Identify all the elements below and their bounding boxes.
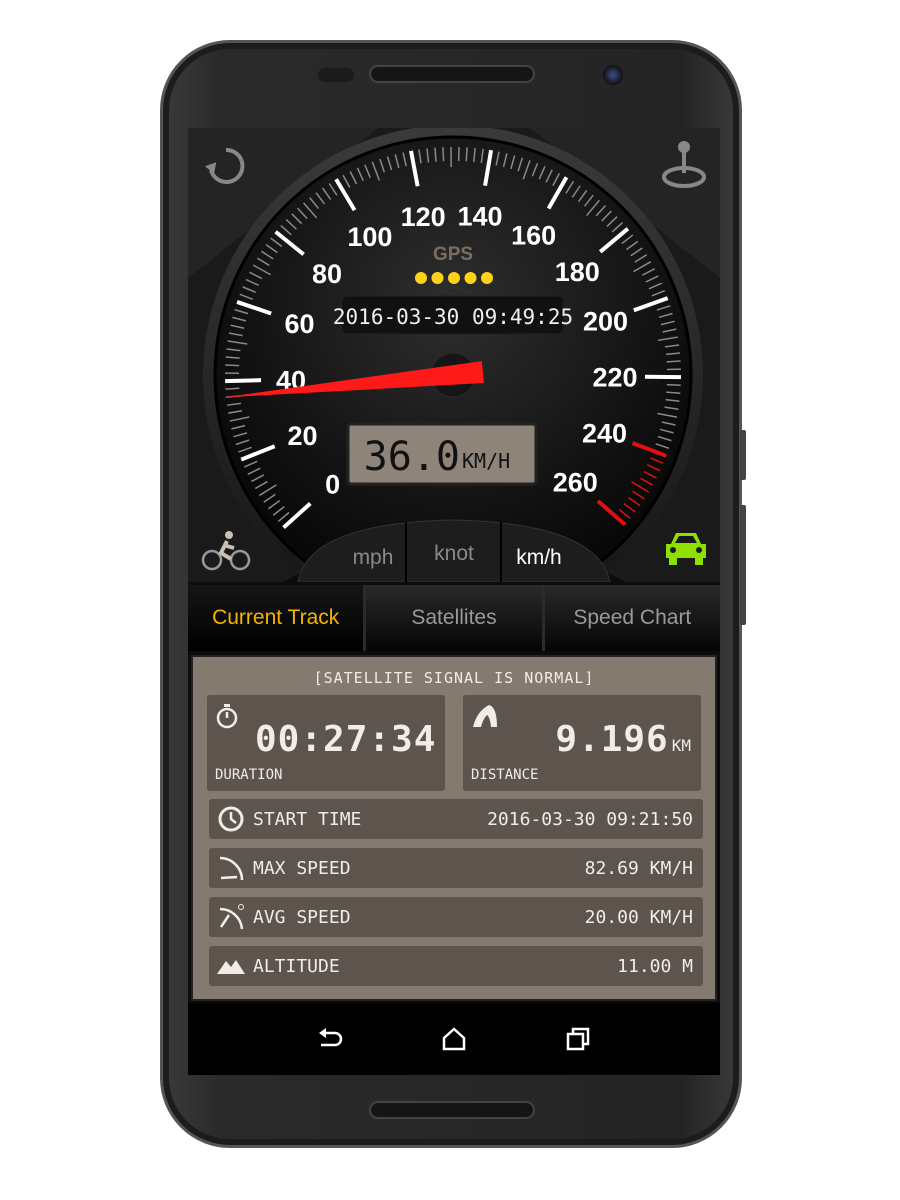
dial-label-60: 60 bbox=[285, 309, 315, 339]
gps-dot bbox=[481, 272, 493, 284]
avg-speed-value: 20.00 KM/H bbox=[584, 906, 693, 928]
start-time-row: START TIME 2016-03-30 09:21:50 bbox=[209, 799, 703, 839]
minor-tick bbox=[442, 147, 445, 162]
road-icon bbox=[473, 705, 497, 727]
mountain-icon bbox=[217, 960, 245, 974]
current-track-panel: [SATELLITE SIGNAL IS NORMAL] 00:27:34 DU… bbox=[191, 655, 717, 1001]
tab-current-track[interactable]: Current Track bbox=[188, 585, 364, 651]
back-icon bbox=[319, 1028, 343, 1047]
gps-dot bbox=[448, 272, 460, 284]
tab-bar: Current Track Satellites Speed Chart bbox=[188, 585, 720, 651]
avg-speed-icon bbox=[219, 904, 244, 930]
stopwatch-icon bbox=[216, 704, 238, 729]
tab-satellites[interactable]: Satellites bbox=[366, 585, 542, 651]
android-nav-bar bbox=[188, 1003, 720, 1075]
volume-button bbox=[740, 430, 746, 480]
major-tick bbox=[225, 378, 262, 384]
minor-tick bbox=[225, 387, 240, 390]
minor-tick bbox=[465, 147, 468, 162]
altitude-row: ALTITUDE 11.00 M bbox=[209, 946, 703, 986]
bicycle-icon bbox=[201, 531, 251, 571]
altitude-label: ALTITUDE bbox=[253, 955, 340, 977]
duration-label: DURATION bbox=[215, 767, 283, 783]
earpiece bbox=[369, 65, 535, 83]
digital-speed-unit: KM/H bbox=[462, 449, 510, 473]
unit-knot-button[interactable]: knot bbox=[434, 542, 474, 565]
altitude-value: 11.00 M bbox=[617, 955, 693, 977]
max-speed-label: MAX SPEED bbox=[253, 857, 351, 879]
dial-label-100: 100 bbox=[347, 222, 392, 252]
dial-label-80: 80 bbox=[312, 259, 342, 289]
max-speed-value: 82.69 KM/H bbox=[584, 857, 693, 879]
current-datetime: 2016-03-30 09:49:25 bbox=[333, 305, 573, 329]
refresh-icon bbox=[204, 147, 245, 184]
unit-kmh-button[interactable]: km/h bbox=[516, 546, 562, 569]
signal-status: [SATELLITE SIGNAL IS NORMAL] bbox=[313, 669, 595, 687]
joystick-button[interactable] bbox=[654, 134, 714, 194]
power-button bbox=[740, 505, 746, 625]
dial-label-200: 200 bbox=[583, 306, 628, 336]
avg-speed-label: AVG SPEED bbox=[253, 906, 351, 928]
dial-label-140: 140 bbox=[458, 201, 503, 231]
distance-label: DISTANCE bbox=[471, 767, 539, 783]
dial-label-220: 220 bbox=[592, 363, 637, 393]
home-icon bbox=[442, 1027, 466, 1051]
back-button[interactable] bbox=[310, 1019, 350, 1059]
unit-mph-button[interactable]: mph bbox=[353, 546, 394, 569]
minor-tick bbox=[666, 360, 681, 363]
minor-tick bbox=[225, 364, 240, 367]
distance-unit: KM bbox=[671, 736, 691, 755]
clock-icon bbox=[218, 806, 244, 832]
distance-card: 9.196 KM DISTANCE bbox=[463, 695, 701, 791]
start-time-value: 2016-03-30 09:21:50 bbox=[487, 808, 693, 830]
max-speed-row: MAX SPEED 82.69 KM/H bbox=[209, 848, 703, 888]
dial-label-120: 120 bbox=[401, 202, 446, 232]
speaker bbox=[369, 1101, 535, 1119]
home-button[interactable] bbox=[434, 1019, 474, 1059]
car-mode-button[interactable] bbox=[656, 518, 716, 578]
minor-tick bbox=[666, 383, 681, 386]
recents-button[interactable] bbox=[558, 1019, 598, 1059]
app-screen: 0 20 40 60 80 100 120 140 160 180 200 220 240 260 GPS… bbox=[188, 128, 720, 1075]
avg-speed-row: AVG SPEED 20.00 KM/H bbox=[209, 897, 703, 937]
reset-button[interactable] bbox=[196, 136, 256, 196]
gps-dot bbox=[415, 272, 427, 284]
gps-dot bbox=[431, 272, 444, 284]
speedometer: 0 20 40 60 80 100 120 140 160 180 200 220 240 260 GPS… bbox=[188, 128, 720, 625]
dial-label-0: 0 bbox=[325, 469, 340, 499]
joystick-icon bbox=[662, 141, 706, 188]
dial-label-260: 260 bbox=[553, 467, 598, 497]
speedometer-dial: 020406080100120 140160180200220240260 GPS… bbox=[188, 128, 720, 625]
distance-value: 9.196 bbox=[555, 719, 669, 760]
recents-icon bbox=[566, 1027, 590, 1051]
front-camera bbox=[603, 65, 623, 85]
duration-value: 00:27:34 bbox=[255, 719, 437, 760]
dial-label-180: 180 bbox=[555, 257, 600, 287]
gps-label: GPS bbox=[433, 244, 473, 265]
dial-label-20: 20 bbox=[288, 421, 318, 451]
max-speed-icon bbox=[219, 856, 244, 881]
car-icon bbox=[666, 533, 706, 565]
gps-dot bbox=[464, 272, 477, 284]
digital-speed-value: 36.0 bbox=[364, 434, 460, 480]
dial-label-160: 160 bbox=[511, 220, 556, 250]
duration-card: 00:27:34 DURATION bbox=[207, 695, 445, 791]
bicycle-mode-button[interactable] bbox=[196, 520, 256, 580]
start-time-label: START TIME bbox=[253, 808, 362, 830]
sensor bbox=[318, 68, 354, 82]
tab-speed-chart[interactable]: Speed Chart bbox=[544, 585, 720, 651]
dial-label-240: 240 bbox=[582, 418, 627, 448]
